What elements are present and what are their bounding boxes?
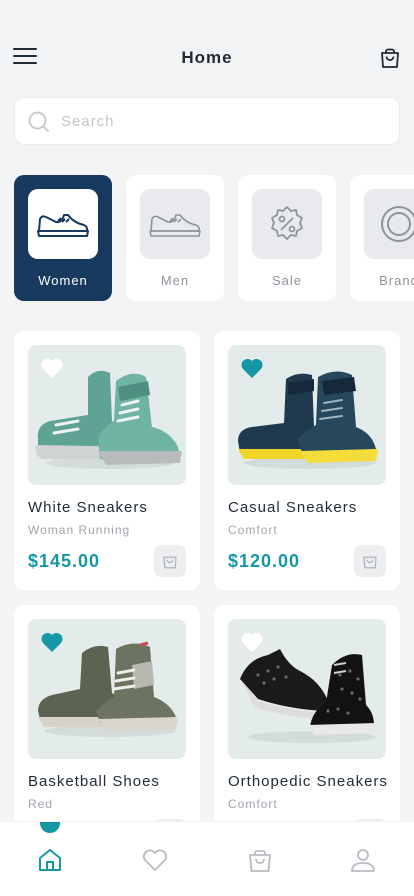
product-image: [28, 619, 186, 759]
heart-icon[interactable]: [40, 631, 64, 653]
search-icon: [28, 111, 50, 133]
product-card[interactable]: Casual Sneakers Comfort $120.00: [214, 331, 400, 590]
bag-icon: [163, 556, 177, 569]
heart-icon[interactable]: [40, 357, 64, 379]
product-name: Orthopedic Sneakers: [228, 773, 388, 790]
search-input[interactable]: [61, 98, 381, 144]
category-list: Women Men Sale Brand: [14, 175, 414, 301]
category-women[interactable]: Women: [14, 175, 112, 301]
sneaker-icon: [37, 214, 89, 237]
add-to-cart-button[interactable]: [154, 545, 186, 577]
heart-icon[interactable]: [141, 846, 169, 874]
product-price: $120.00: [228, 551, 301, 571]
product-image: [28, 345, 186, 485]
category-label: Men: [160, 273, 190, 288]
home-icon[interactable]: [36, 846, 64, 874]
add-to-cart-button[interactable]: [354, 545, 386, 577]
category-brand[interactable]: Brand: [350, 175, 414, 301]
category-tile: [140, 189, 210, 259]
product-price: $145.00: [28, 551, 101, 571]
bottom-tab-bar: [0, 821, 414, 896]
category-men[interactable]: Men: [126, 175, 224, 301]
category-tile: [364, 189, 414, 259]
product-image: [228, 619, 386, 759]
product-subtitle: Comfort: [228, 797, 278, 811]
cart-icon[interactable]: [378, 46, 402, 70]
brand-circle-icon: [381, 206, 414, 242]
active-tab-indicator: [40, 822, 60, 833]
heart-icon[interactable]: [240, 357, 264, 379]
heart-icon[interactable]: [240, 631, 264, 653]
category-label: Brand: [379, 273, 414, 288]
product-name: Basketball Shoes: [28, 773, 160, 790]
product-subtitle: Red: [28, 797, 54, 811]
user-icon[interactable]: [349, 846, 377, 874]
page-title: Home: [181, 48, 233, 67]
product-subtitle: Woman Running: [28, 523, 131, 537]
discount-badge-icon: [271, 206, 303, 240]
product-name: White Sneakers: [28, 499, 148, 516]
product-name: Casual Sneakers: [228, 499, 358, 516]
category-label: Women: [38, 273, 88, 288]
product-subtitle: Comfort: [228, 523, 278, 537]
bag-icon: [363, 556, 377, 569]
category-tile: [252, 189, 322, 259]
product-card[interactable]: White Sneakers Woman Running $145.00: [14, 331, 200, 590]
category-tile: [28, 189, 98, 259]
search-bar[interactable]: [14, 97, 400, 145]
sneaker-icon: [149, 214, 201, 237]
category-label: Sale: [271, 273, 303, 288]
bag-icon[interactable]: [246, 846, 274, 874]
app-header: Home: [0, 40, 414, 76]
category-sale[interactable]: Sale: [238, 175, 336, 301]
product-image: [228, 345, 386, 485]
